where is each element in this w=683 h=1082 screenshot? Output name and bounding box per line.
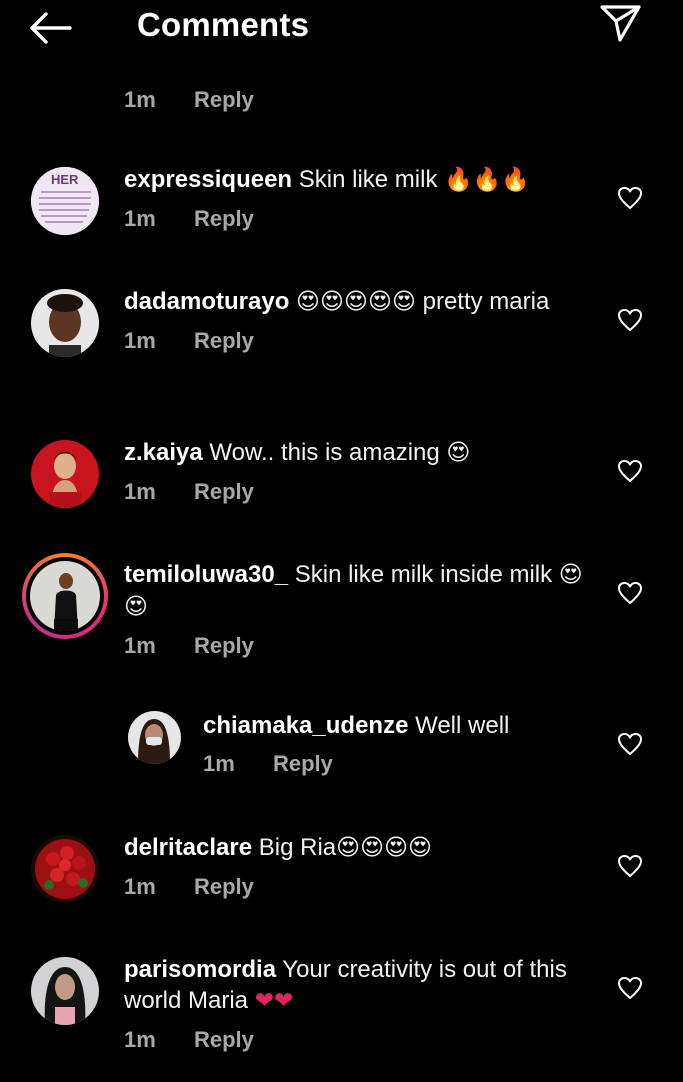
comment-username[interactable]: dadamoturayo [124,288,289,315]
comment-body: expressiqueen Skin like milk 🔥🔥🔥 1m Repl… [124,164,603,232]
avatar[interactable] [128,711,181,764]
comment-body: dadamoturayo 😍😍😍😍😍 pretty maria 1m Reply [124,286,603,354]
comment-body: parisomordia Your creativity is out of t… [124,954,603,1053]
reply-button[interactable]: Reply [194,87,254,113]
avatar[interactable] [31,289,99,357]
avatar[interactable] [31,835,99,903]
comment-body: z.kaiya Wow.. this is amazing 😍 1m Reply [124,437,603,505]
comment-time: 1m [124,633,156,658]
reply-button[interactable]: Reply [194,479,254,505]
like-heart-icon[interactable] [617,581,643,605]
comment-meta: 1m Reply [124,1027,603,1053]
comment-username[interactable]: temiloluwa30_ [124,561,288,588]
avatar-image [31,957,99,1025]
reply-button[interactable]: Reply [194,633,254,659]
paper-plane-icon [600,5,641,42]
avatar[interactable] [31,440,99,508]
comment-time: 1m [124,1027,156,1052]
arrow-left-icon [30,12,72,44]
avatar-image: HER [31,167,99,235]
comment-meta: 1m Reply [124,206,603,232]
comment-emoji: ❤❤ [254,988,294,1014]
like-heart-icon[interactable] [617,732,643,756]
comment-text: chiamaka_udenze Well well [203,710,603,741]
comment-username[interactable]: delritaclare [124,834,252,861]
comment-body: temiloluwa30_ Skin like milk inside milk… [124,559,603,659]
avatar-image [30,561,100,631]
comment-message: Skin like milk inside milk [294,561,553,588]
comment-time: 1m [203,751,235,776]
comment-message: Wow.. this is amazing [209,439,440,466]
comment-text: expressiqueen Skin like milk 🔥🔥🔥 [124,164,603,196]
comment-time: 1m [124,874,156,899]
comment-body: delritaclare Big Ria😍😍😍😍 1m Reply [124,832,603,900]
comment-meta: 1m Reply [124,633,603,659]
comment-username[interactable]: parisomordia [124,956,276,983]
avatar-image [128,711,181,764]
comment-emoji: 😍 [446,440,471,466]
avatar-image [31,289,99,357]
comment-time: 1m [124,87,156,112]
comment-message: Well well [415,712,510,739]
reply-button[interactable]: Reply [194,206,254,232]
reply-button[interactable]: Reply [194,328,254,354]
header-bar: Comments [0,0,683,60]
reply-button[interactable]: Reply [194,1027,254,1053]
comment-text: dadamoturayo 😍😍😍😍😍 pretty maria [124,286,603,318]
avatar-label: HER [51,172,79,187]
comment-time: 1m [124,206,156,231]
story-ring-avatar[interactable] [22,553,108,639]
share-button[interactable] [599,2,643,44]
comment-emoji: 😍😍😍😍 [336,835,433,861]
comment-text: z.kaiya Wow.. this is amazing 😍 [124,437,603,469]
comment-meta: 1m Reply [203,751,603,777]
comment-emoji: 🔥🔥🔥 [444,167,531,193]
back-button[interactable] [28,8,78,48]
avatar-image [31,835,99,903]
comment-text: parisomordia Your creativity is out of t… [124,954,603,1017]
comment-meta: 1m Reply [124,328,603,354]
comment-time: 1m [124,328,156,353]
comment-message: Skin like milk [298,166,438,193]
comment-username[interactable]: z.kaiya [124,439,203,466]
comment-message: Big Ria [258,834,337,861]
page-title: Comments [137,6,310,43]
comment-username[interactable]: chiamaka_udenze [203,712,408,739]
avatar [30,561,100,631]
reply-button[interactable]: Reply [194,874,254,900]
comment-body: chiamaka_udenze Well well 1m Reply [203,710,603,777]
comment-emoji: 😍😍😍😍😍 [296,289,416,315]
reply-button[interactable]: Reply [273,751,333,777]
avatar[interactable]: HER [31,167,99,235]
comment-text: temiloluwa30_ Skin like milk inside milk… [124,559,603,623]
like-heart-icon[interactable] [617,459,643,483]
avatar-image [31,440,99,508]
like-heart-icon[interactable] [617,186,643,210]
comment-meta: 1m Reply [124,87,254,113]
like-heart-icon[interactable] [617,854,643,878]
comment-text: delritaclare Big Ria😍😍😍😍 [124,832,603,864]
comment-username[interactable]: expressiqueen [124,166,292,193]
comment-message: pretty maria [422,288,550,315]
like-heart-icon[interactable] [617,308,643,332]
comment-time: 1m [124,479,156,504]
avatar[interactable] [31,957,99,1025]
like-heart-icon[interactable] [617,976,643,1000]
comment-meta: 1m Reply [124,479,603,505]
comment-meta: 1m Reply [124,874,603,900]
